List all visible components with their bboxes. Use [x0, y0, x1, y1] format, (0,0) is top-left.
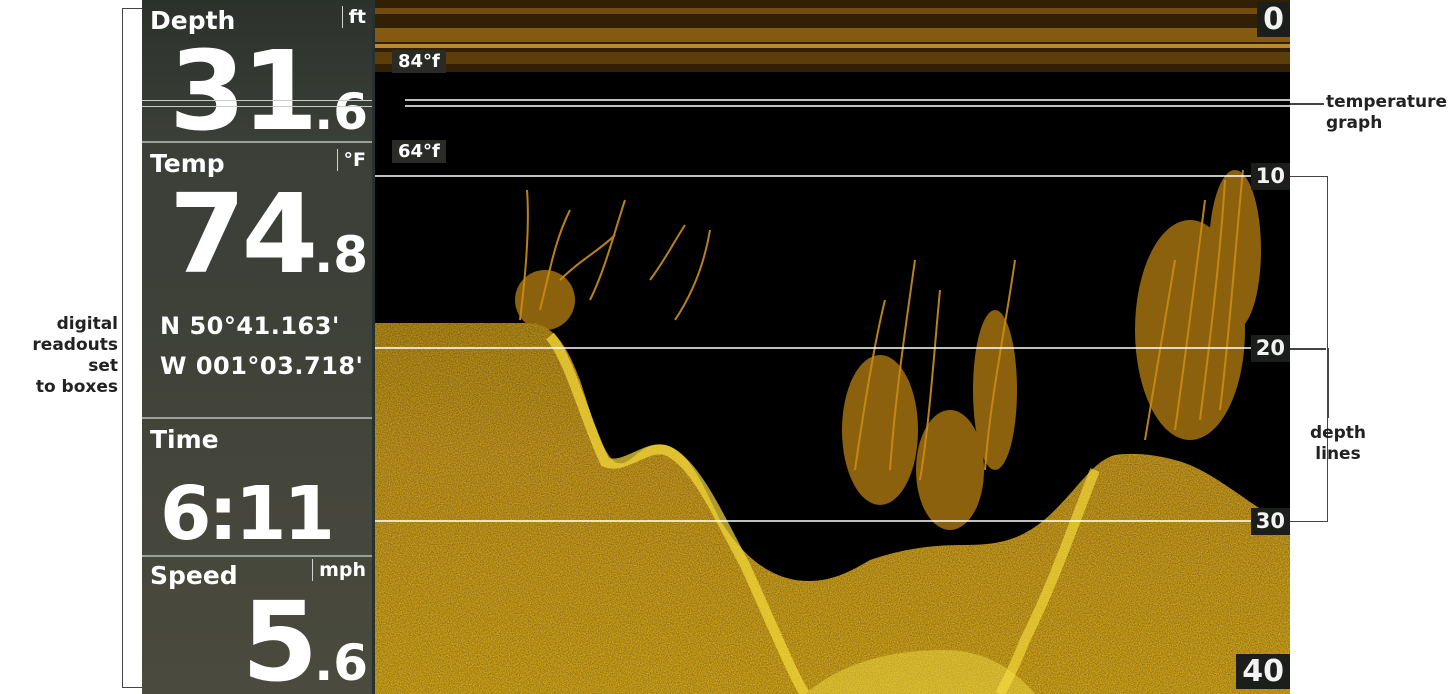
- surface-clutter: [375, 8, 1290, 14]
- sonar-returns: [375, 0, 1290, 694]
- depth-scale-30: 30: [1250, 508, 1290, 535]
- annotation-line: to boxes: [35, 377, 118, 397]
- time-value: 6:11: [159, 471, 335, 557]
- depth-value-whole: 31: [169, 27, 318, 155]
- digital-readouts-panel: Depth ft 31.6 Temp °F 74.8 N 50°41.163' …: [142, 0, 375, 694]
- annotation-temperature-graph: temperature graph: [1326, 92, 1447, 134]
- speed-value-decimal: .6: [314, 634, 368, 692]
- surface-clutter: [375, 52, 1290, 64]
- annotation-depth-lines: depth lines: [1296, 423, 1380, 465]
- temperature-graph-trace: [142, 106, 372, 107]
- annotation-line: temperature: [1326, 92, 1448, 112]
- depth-value-decimal: .6: [314, 83, 368, 141]
- time-label: Time: [150, 425, 219, 454]
- depth-leader-line: [1327, 348, 1329, 418]
- speed-label: Speed: [150, 561, 238, 590]
- depth-readout-box: Depth ft 31.6: [142, 0, 372, 146]
- depth-scale-top: 0: [1257, 2, 1290, 37]
- depth-scale-10: 10: [1250, 163, 1290, 190]
- position-readout-box: N 50°41.163' W 001°03.718': [142, 290, 372, 415]
- depth-scale-bottom: 40: [1236, 654, 1290, 689]
- temp-value: 74.8: [169, 179, 368, 289]
- temperature-low-label: 64°f: [392, 140, 446, 163]
- speed-value-whole: 5: [241, 578, 319, 694]
- annotation-line: readouts set: [32, 335, 118, 376]
- depth-scale-20: 20: [1250, 335, 1290, 362]
- latitude-value: N 50°41.163': [160, 312, 340, 340]
- annotation-line: lines: [1315, 444, 1361, 464]
- temperature-graph-trace: [142, 100, 372, 101]
- annotation-line: graph: [1326, 113, 1383, 133]
- time-readout-box: Time 6:11: [142, 419, 372, 555]
- annotation-line: depth: [1309, 423, 1367, 443]
- speed-value: 5.6: [242, 587, 368, 694]
- temperature-leader-line: [1290, 103, 1324, 105]
- temp-readout-box: Temp °F 74.8: [142, 143, 372, 289]
- speed-readout-box: Speed mph 5.6: [142, 557, 372, 694]
- readouts-bracket: [122, 8, 142, 688]
- speed-unit: mph: [312, 559, 366, 581]
- longitude-value: W 001°03.718': [160, 352, 364, 380]
- annotation-line: digital: [56, 314, 118, 334]
- temp-unit: °F: [336, 149, 366, 171]
- depth-tick-20: [1290, 348, 1326, 350]
- temp-value-whole: 74: [169, 170, 318, 298]
- fishfinder-screen: Depth ft 31.6 Temp °F 74.8 N 50°41.163' …: [142, 0, 1290, 694]
- temperature-high-label: 84°f: [392, 50, 446, 73]
- surface-clutter: [375, 44, 1290, 48]
- annotation-digital-readouts: digital readouts set to boxes: [0, 314, 118, 398]
- surface-clutter: [375, 28, 1290, 42]
- depth-unit: ft: [341, 6, 366, 28]
- depth-value: 31.6: [169, 36, 368, 146]
- sonar-view: 84°f 64°f 0 10 20 30 40: [375, 0, 1290, 694]
- temp-value-decimal: .8: [314, 226, 368, 284]
